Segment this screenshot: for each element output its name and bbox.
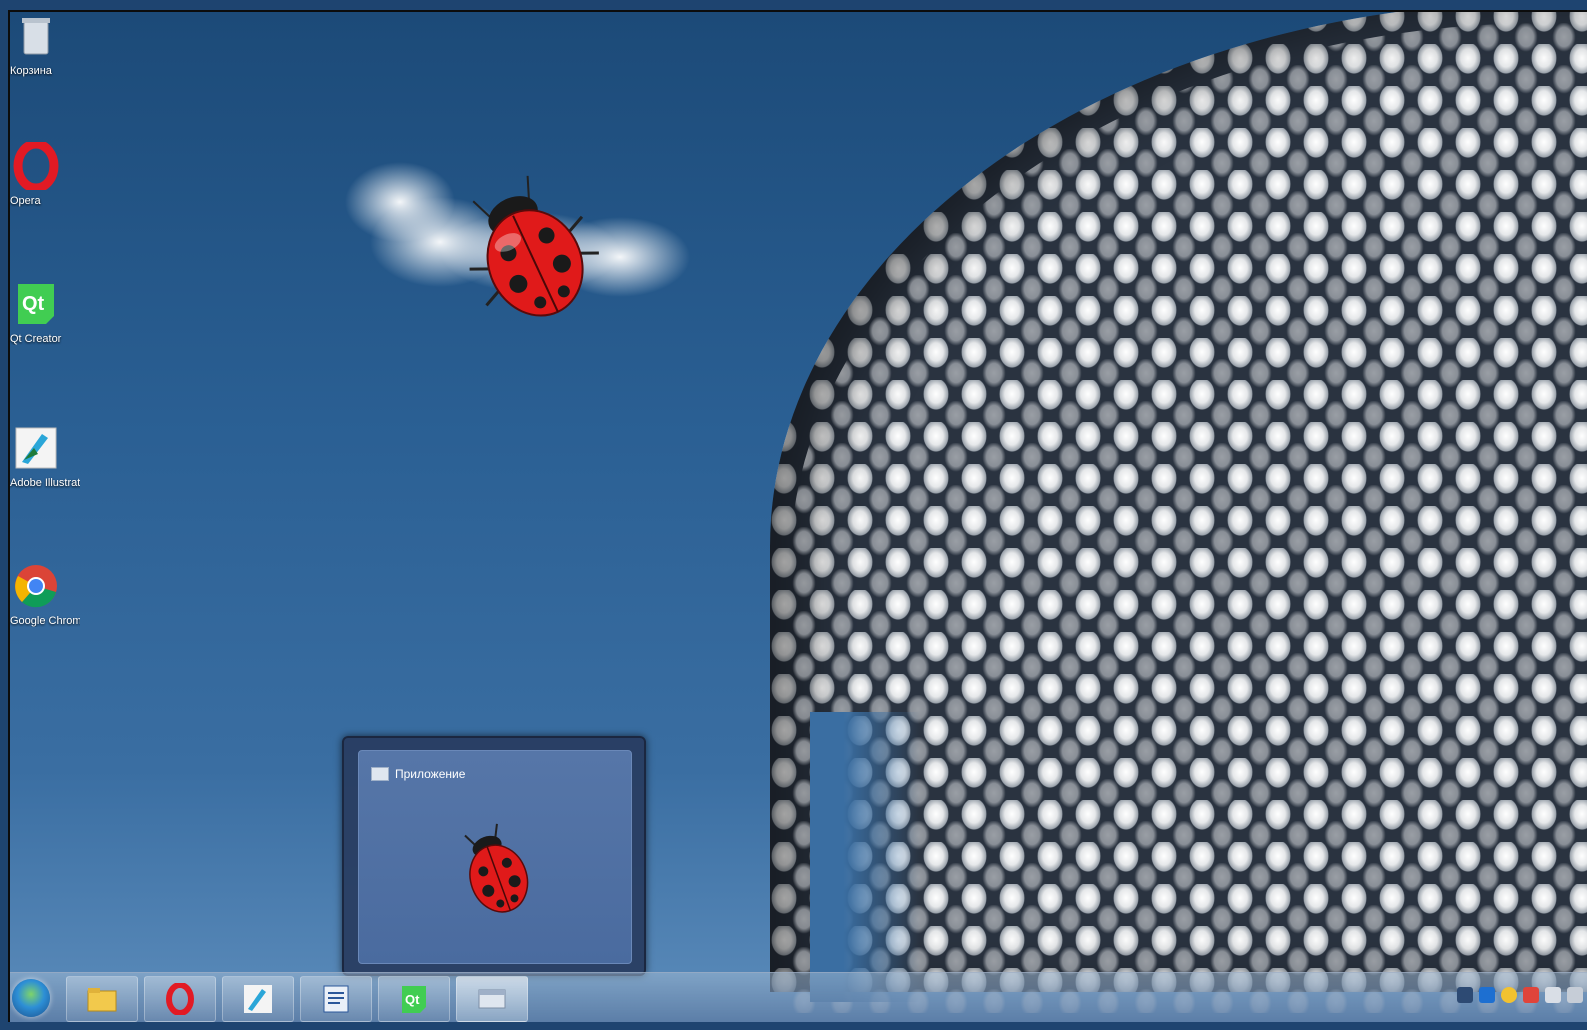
taskbar-illustrator[interactable] <box>222 976 294 1022</box>
desktop-icon-illustrator[interactable]: Adobe Illustrator <box>10 424 80 489</box>
desktop-icon-opera[interactable]: Opera <box>10 139 80 207</box>
desktop-icon-label: Корзина <box>10 65 52 77</box>
battery-icon[interactable] <box>1545 987 1561 1003</box>
taskbar-word[interactable] <box>300 976 372 1022</box>
thumbnail-window[interactable]: Приложение <box>358 750 632 964</box>
desktop-icon-label: Opera <box>10 195 41 207</box>
qt-creator-icon: Qt <box>18 284 54 324</box>
desktop-icon-label: Google Chrome <box>10 615 80 627</box>
qt-creator-icon: Qt <box>402 986 426 1013</box>
system-tray <box>1457 987 1583 1003</box>
start-button[interactable] <box>12 979 50 1017</box>
signal-icon[interactable] <box>1567 987 1583 1003</box>
thumbnail-title-bar: Приложение <box>371 767 465 781</box>
taskbar-opera[interactable] <box>144 976 216 1022</box>
flag-icon[interactable] <box>1523 987 1539 1003</box>
building-dome-shadow <box>810 712 920 1002</box>
taskbar-explorer[interactable] <box>66 976 138 1022</box>
desktop-icon-column: Корзина Opera Qt Qt Creator Adobe Illust… <box>10 12 80 712</box>
opera-icon <box>13 139 59 193</box>
emoji-icon[interactable] <box>1501 987 1517 1003</box>
desktop-icon-chrome[interactable]: Google Chrome <box>10 562 80 627</box>
desktop[interactable]: Корзина Opera Qt Qt Creator Adobe Illust… <box>8 10 1587 1022</box>
desktop-icon-recycle-bin[interactable]: Корзина <box>10 12 80 77</box>
taskbar-thumbnail-preview[interactable]: Приложение <box>342 736 646 976</box>
taskbar-app-active[interactable] <box>456 976 528 1022</box>
window-icon <box>371 767 389 781</box>
desktop-icon-label: Qt Creator <box>10 333 62 345</box>
ladybug-thumbnail <box>464 823 529 913</box>
word-icon <box>323 985 349 1013</box>
taskbar: Qt <box>10 972 1587 1022</box>
illustrator-icon <box>244 985 272 1013</box>
taskbar-qt-creator[interactable]: Qt <box>378 976 450 1022</box>
google-chrome-icon <box>15 565 57 608</box>
opera-icon <box>166 983 194 1015</box>
svg-text:Qt: Qt <box>405 992 420 1007</box>
bluetooth-icon[interactable] <box>1479 987 1495 1003</box>
desktop-icon-qt-creator[interactable]: Qt Qt Creator <box>10 280 80 345</box>
recycle-bin-icon <box>22 18 50 55</box>
svg-text:Qt: Qt <box>22 293 45 315</box>
thumbnail-title: Приложение <box>395 767 466 781</box>
network-icon[interactable] <box>1457 987 1473 1003</box>
desktop-icon-label: Adobe Illustrator <box>10 477 80 489</box>
app-icon <box>478 989 506 1009</box>
ladybug-large[interactable] <box>450 172 610 332</box>
explorer-icon <box>87 988 117 1012</box>
adobe-illustrator-icon <box>15 427 57 469</box>
